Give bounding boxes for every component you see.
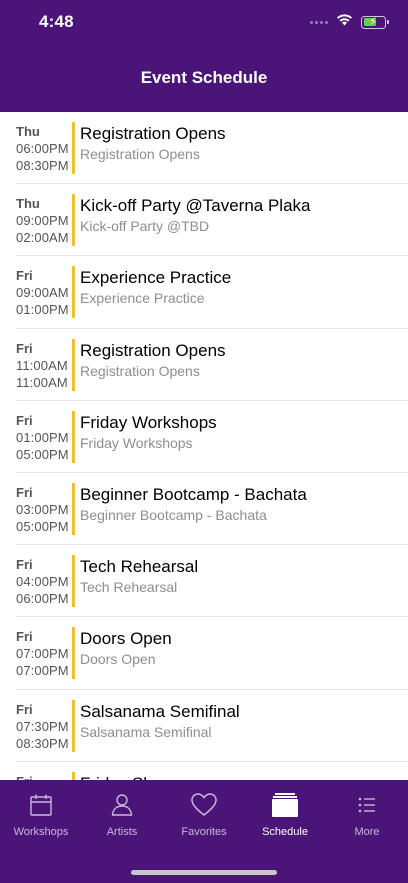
- event-subtitle: Beginner Bootcamp - Bachata: [80, 506, 267, 523]
- tab-label: More: [354, 826, 380, 838]
- event-start-time: 07:00PM: [16, 646, 69, 662]
- event-title: Registration Opens: [80, 124, 226, 143]
- signal-icon: [310, 20, 328, 24]
- event-accent-bar: [72, 699, 75, 752]
- event-start-time: 09:00AM: [16, 285, 69, 301]
- event-accent-bar: [72, 771, 75, 780]
- event-list[interactable]: Thu 06:00PM 08:30PM Registration Opens Regis…: [0, 112, 408, 780]
- event-end-time: 02:00AM: [16, 230, 69, 246]
- event-title: Friday Workshops: [80, 412, 217, 432]
- event-start-time: 09:00PM: [16, 213, 69, 229]
- event-end-time: 11:00AM: [16, 374, 68, 390]
- event-end-time: 05:00PM: [16, 446, 69, 462]
- event-end-time: 08:30PM: [16, 158, 69, 173]
- tab-artists[interactable]: Artists: [82, 792, 162, 838]
- event-title: Beginner Bootcamp - Bachata: [80, 484, 307, 504]
- event-accent-bar: [72, 338, 75, 391]
- event-day: Fri: [16, 412, 33, 428]
- event-start-time: 03:00PM: [16, 501, 69, 517]
- tab-schedule[interactable]: Schedule: [245, 792, 325, 838]
- tab-label: Schedule: [262, 826, 308, 838]
- event-title: Kick-off Party @Taverna Plaka: [80, 196, 311, 216]
- event-start-time: 04:00PM: [16, 574, 69, 590]
- event-day: Fri: [16, 701, 33, 717]
- page-title: Event Schedule: [140, 68, 268, 87]
- event-row[interactable]: Fri 04:00PM 06:00PM Tech Rehearsal Tech Rehe…: [16, 545, 408, 618]
- event-start-time: 11:00AM: [16, 357, 68, 373]
- event-day: Fri: [16, 557, 33, 573]
- event-row[interactable]: Thu 09:00PM 02:00AM Kick-off Party @Taverna…: [16, 184, 408, 257]
- event-row[interactable]: Fri 07:00PM 07:00PM Doors Open Doors Open: [16, 617, 408, 690]
- event-day: Fri: [16, 629, 33, 645]
- event-day: Fri: [16, 340, 33, 356]
- battery-icon: ⚡: [361, 15, 389, 29]
- event-start-time: 07:30PM: [16, 718, 69, 734]
- event-day: Fri: [16, 268, 33, 284]
- tab-workshops[interactable]: Workshops: [1, 792, 81, 838]
- event-subtitle: Doors Open: [80, 651, 156, 668]
- wifi-icon: [336, 13, 353, 31]
- event-title: Tech Rehearsal: [80, 557, 199, 577]
- event-subtitle: Friday Workshops: [80, 434, 193, 451]
- event-end-time: 08:30PM: [16, 735, 69, 751]
- tab-label: Favorites: [181, 826, 227, 838]
- event-accent-bar: [72, 555, 75, 608]
- home-indicator: [131, 870, 277, 875]
- person-icon: [82, 792, 162, 818]
- event-accent-bar: [72, 482, 75, 535]
- tab-label: Workshops: [13, 826, 69, 838]
- event-end-time: 05:00PM: [16, 518, 69, 534]
- event-row[interactable]: Fri 03:00PM 05:00PM Beginner Bootcamp - Bac…: [16, 473, 408, 546]
- event-accent-bar: [72, 194, 75, 247]
- event-accent-bar: [72, 410, 75, 463]
- tab-bar: Workshops Artists Favorites Schedule More: [0, 780, 408, 883]
- tab-label: Artists: [106, 826, 138, 838]
- event-end-time: 07:00PM: [16, 663, 69, 679]
- event-row[interactable]: Fri 11:00AM 11:00AM Registration Opens Regis…: [16, 329, 408, 401]
- event-subtitle: Registration Opens: [80, 362, 200, 379]
- schedule-icon: [245, 792, 325, 818]
- list-icon: [327, 792, 407, 818]
- event-subtitle: Tech Rehearsal: [80, 579, 178, 596]
- event-subtitle: Registration Opens: [80, 146, 200, 162]
- tab-favorites[interactable]: Favorites: [164, 792, 244, 838]
- event-row[interactable]: Fri 07:30PM 08:30PM Salsanama Semifinal Sals…: [16, 690, 408, 762]
- event-row[interactable]: Fri 09:00AM 01:00PM Experience Practice Expe…: [16, 256, 408, 329]
- event-row[interactable]: Thu 06:00PM 08:30PM Registration Opens Regis…: [16, 112, 408, 185]
- event-row[interactable]: FriFriday Shows: [16, 762, 408, 780]
- event-accent-bar: [72, 122, 75, 174]
- status-icons: ⚡: [310, 13, 389, 31]
- tab-more[interactable]: More: [327, 792, 407, 838]
- event-day: Fri: [16, 484, 33, 500]
- event-title: Salsanama Semifinal: [80, 701, 240, 721]
- event-subtitle: Salsanama Semifinal: [80, 723, 212, 740]
- event-subtitle: Kick-off Party @TBD: [80, 218, 210, 235]
- event-end-time: 06:00PM: [16, 591, 69, 607]
- event-accent-bar: [72, 627, 75, 680]
- event-start-time: 06:00PM: [16, 141, 69, 156]
- event-accent-bar: [72, 266, 75, 319]
- event-row[interactable]: Fri 01:00PM 05:00PM Friday Workshops Friday …: [16, 401, 408, 473]
- event-title: Registration Opens: [80, 340, 226, 360]
- event-title: Doors Open: [80, 629, 172, 649]
- event-title: Experience Practice: [80, 268, 232, 288]
- event-start-time: 01:00PM: [16, 429, 69, 445]
- status-time: 4:48: [39, 12, 74, 31]
- nav-header: 4:48 ⚡ Event Schedule: [0, 0, 408, 112]
- event-day: Thu: [16, 196, 40, 212]
- heart-icon: [164, 792, 244, 818]
- calendar-icon: [1, 792, 81, 818]
- event-subtitle: Experience Practice: [80, 290, 205, 307]
- event-day: Thu: [16, 124, 40, 139]
- event-end-time: 01:00PM: [16, 302, 69, 318]
